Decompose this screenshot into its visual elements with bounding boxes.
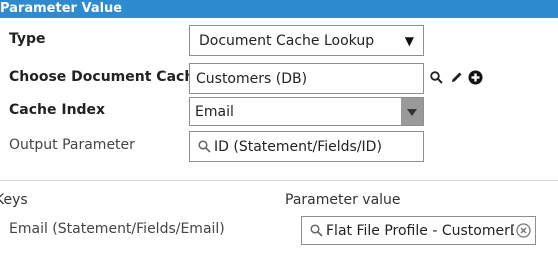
output-parameter-input[interactable]: ID (Statement/Fields/ID) — [189, 131, 424, 162]
key-row-label: Email (Statement/Fields/Email) — [9, 221, 225, 237]
cache-input-value: Customers (DB) — [196, 71, 308, 87]
type-select[interactable]: Document Cache Lookup ▼ — [189, 25, 424, 56]
search-icon — [310, 224, 323, 241]
index-label: Cache Index — [9, 102, 106, 118]
output-parameter-value: ID (Statement/Fields/ID) — [214, 139, 382, 155]
output-label: Output Parameter — [9, 137, 135, 153]
panel-header: Parameter Value — [0, 0, 558, 18]
type-select-value: Document Cache Lookup — [199, 33, 375, 49]
parameter-value-column-header: Parameter value — [285, 192, 401, 208]
pencil-icon[interactable] — [450, 71, 463, 88]
keys-column-header: Keys — [0, 192, 28, 208]
section-divider — [0, 180, 558, 181]
panel-title: Parameter Value — [0, 1, 123, 16]
search-icon[interactable] — [430, 71, 443, 88]
index-dropdown-button[interactable] — [401, 98, 423, 125]
index-select[interactable]: Email — [189, 97, 424, 126]
chevron-down-icon — [407, 109, 417, 116]
clear-icon[interactable] — [516, 223, 531, 242]
chevron-down-icon: ▼ — [404, 34, 414, 48]
parameter-value-text: Flat File Profile - CustomerD — [326, 223, 514, 239]
parameter-value-input[interactable]: Flat File Profile - CustomerD — [301, 216, 536, 245]
search-icon — [198, 140, 211, 157]
type-label: Type — [9, 31, 46, 47]
plus-circle-icon[interactable] — [468, 70, 483, 89]
cache-label: Choose Document Cache — [9, 69, 204, 85]
index-select-value: Email — [195, 104, 234, 120]
cache-input[interactable]: Customers (DB) — [189, 63, 424, 94]
